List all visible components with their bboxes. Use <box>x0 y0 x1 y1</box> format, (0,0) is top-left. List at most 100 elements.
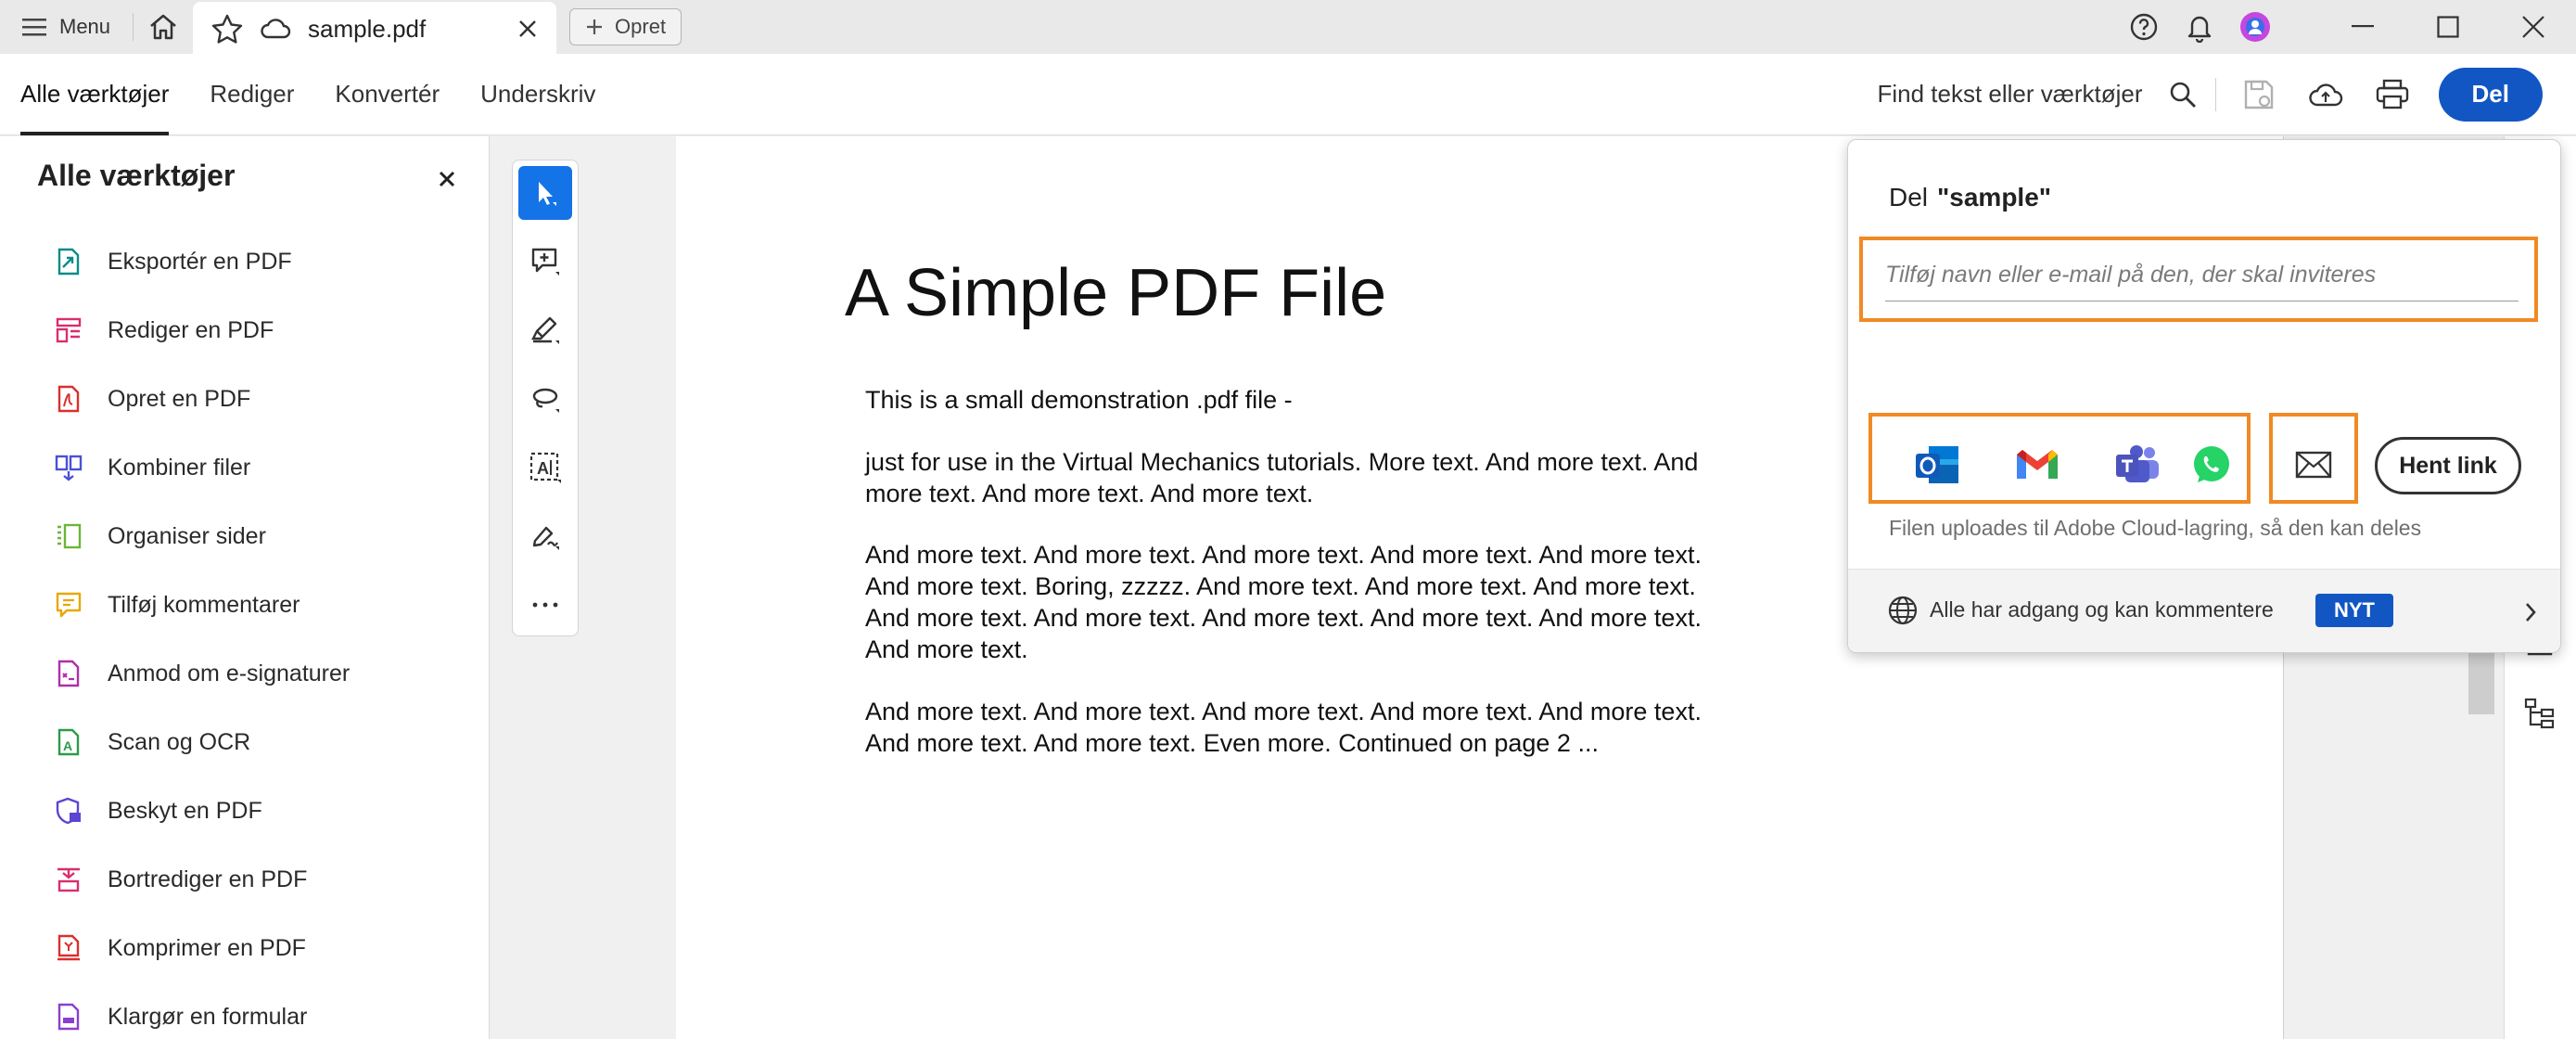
home-button[interactable] <box>134 0 193 54</box>
tool-label: Scan og OCR <box>108 728 251 755</box>
home-icon <box>150 14 176 40</box>
close-panel-icon[interactable] <box>432 164 462 194</box>
cloud-sync-button[interactable] <box>2292 67 2359 122</box>
prepare-form-icon <box>57 1003 80 1031</box>
tool-combine-files[interactable]: Kombiner filer <box>54 447 250 488</box>
print-icon <box>2376 79 2408 109</box>
invite-input[interactable] <box>1885 250 2519 301</box>
tool-prepare-form[interactable]: Klargør en formular <box>54 996 307 1037</box>
close-tab-icon[interactable] <box>517 19 538 39</box>
tab-label: Konvertér <box>335 80 440 108</box>
access-settings-row[interactable]: Alle har adgang og kan kommentere NYT <box>1848 569 2560 652</box>
search-button[interactable] <box>2160 67 2206 122</box>
tool-request-esignatures[interactable]: Anmod om e-signaturer <box>54 653 350 694</box>
tool-label: Bortrediger en PDF <box>108 866 308 892</box>
organize-pages-icon <box>57 523 82 549</box>
tab-sign[interactable]: Underskriv <box>460 54 616 135</box>
tab-all-tools[interactable]: Alle værktøjer <box>0 54 189 135</box>
svg-text:A: A <box>537 459 549 478</box>
text-tool-button[interactable]: A <box>518 441 572 494</box>
chevron-right-icon[interactable] <box>2523 601 2538 623</box>
tool-label: Eksportér en PDF <box>108 248 292 275</box>
pen-sign-icon <box>532 526 559 550</box>
new-tab-button[interactable]: Opret <box>569 8 682 45</box>
cloud-icon <box>261 19 291 39</box>
avatar-icon <box>2240 12 2270 42</box>
share-file-name: "sample" <box>1937 183 2052 212</box>
tool-label: Rediger en PDF <box>108 316 274 343</box>
get-link-button[interactable]: Hent link <box>2375 437 2521 494</box>
teams-icon <box>2116 445 2159 482</box>
tool-organize-pages[interactable]: Organiser sider <box>54 516 266 557</box>
upload-note: Filen uploades til Adobe Cloud-lagring, … <box>1889 516 2422 540</box>
tool-add-comments[interactable]: Tilføj kommentarer <box>54 584 300 625</box>
print-button[interactable] <box>2359 67 2426 122</box>
scan-ocr-icon: A <box>57 728 80 756</box>
notifications-button[interactable] <box>2172 0 2227 54</box>
bookmarks-tree-icon[interactable] <box>2523 697 2557 730</box>
select-tool-button[interactable] <box>518 166 572 220</box>
email-button[interactable] <box>2284 435 2343 494</box>
globe-icon <box>1888 596 1918 625</box>
share-button[interactable]: Del <box>2438 67 2543 122</box>
tool-export-pdf[interactable]: Eksportér en PDF <box>54 241 292 282</box>
help-icon <box>2130 13 2158 41</box>
draw-tool-button[interactable] <box>518 372 572 426</box>
access-text: Alle har adgang og kan kommentere <box>1930 597 2274 622</box>
compress-pdf-icon <box>57 934 80 961</box>
tool-scan-ocr[interactable]: A Scan og OCR <box>54 722 250 763</box>
comment-tool-button[interactable] <box>518 235 572 289</box>
star-icon[interactable] <box>211 14 243 44</box>
titlebar-right <box>2116 0 2576 54</box>
close-icon <box>2522 16 2544 38</box>
more-tools-button[interactable] <box>518 578 572 632</box>
plus-icon <box>587 19 603 34</box>
edit-pdf-icon <box>56 317 82 343</box>
tool-label: Organiser sider <box>108 522 266 549</box>
tool-create-pdf[interactable]: Opret en PDF <box>54 378 250 419</box>
tool-label: Komprimer en PDF <box>108 934 306 961</box>
highlight-tool-button[interactable] <box>518 303 572 357</box>
share-dialog-title: Del "sample" <box>1889 183 2051 212</box>
document-tab[interactable]: sample.pdf <box>193 2 557 56</box>
whatsapp-button[interactable] <box>2182 435 2241 494</box>
help-button[interactable] <box>2116 0 2172 54</box>
share-title-prefix: Del <box>1889 183 1929 212</box>
gmail-button[interactable] <box>2008 435 2067 494</box>
export-pdf-icon <box>57 248 80 276</box>
lasso-icon <box>532 388 559 413</box>
sign-tool-button[interactable] <box>518 509 572 563</box>
pdf-paragraph-3: And more text. And more text. And more t… <box>865 541 1702 663</box>
find-tools-label[interactable]: Find tekst eller værktøjer <box>1877 80 2142 109</box>
pdf-paragraph-1: This is a small demonstration .pdf file … <box>865 386 1293 414</box>
save-icon <box>2244 80 2273 109</box>
tab-edit[interactable]: Rediger <box>189 54 314 135</box>
close-window-button[interactable] <box>2491 0 2576 54</box>
tool-protect-pdf[interactable]: Beskyt en PDF <box>54 790 262 831</box>
minimize-button[interactable] <box>2320 0 2405 54</box>
tool-label: Beskyt en PDF <box>108 797 262 824</box>
cursor-icon <box>539 182 556 206</box>
tool-redact-pdf[interactable]: Bortrediger en PDF <box>54 859 307 900</box>
tool-edit-pdf[interactable]: Rediger en PDF <box>54 310 274 351</box>
outlook-button[interactable] <box>1907 435 1967 494</box>
divider <box>2214 77 2216 111</box>
maximize-button[interactable] <box>2405 0 2491 54</box>
protect-pdf-icon <box>56 797 81 825</box>
all-tools-panel: Alle værktøjer Eksportér en PDF Rediger … <box>0 136 490 1039</box>
tab-convert[interactable]: Konvertér <box>314 54 460 135</box>
save-button[interactable] <box>2225 67 2292 122</box>
menu-button[interactable]: Menu <box>0 0 133 54</box>
tool-label: Klargør en formular <box>108 1003 308 1030</box>
tab-label: Rediger <box>210 80 295 108</box>
teams-button[interactable] <box>2108 435 2167 494</box>
search-icon <box>2170 82 2196 108</box>
panel-title: Alle værktøjer <box>37 159 236 192</box>
combine-files-icon <box>55 455 83 481</box>
hamburger-icon <box>22 19 46 36</box>
tool-compress-pdf[interactable]: Komprimer en PDF <box>54 928 306 968</box>
profile-button[interactable] <box>2227 0 2283 54</box>
pdf-paragraph-4: And more text. And more text. And more t… <box>865 698 1702 757</box>
menu-label: Menu <box>59 15 111 38</box>
cloud-sync-icon <box>2308 83 2342 106</box>
